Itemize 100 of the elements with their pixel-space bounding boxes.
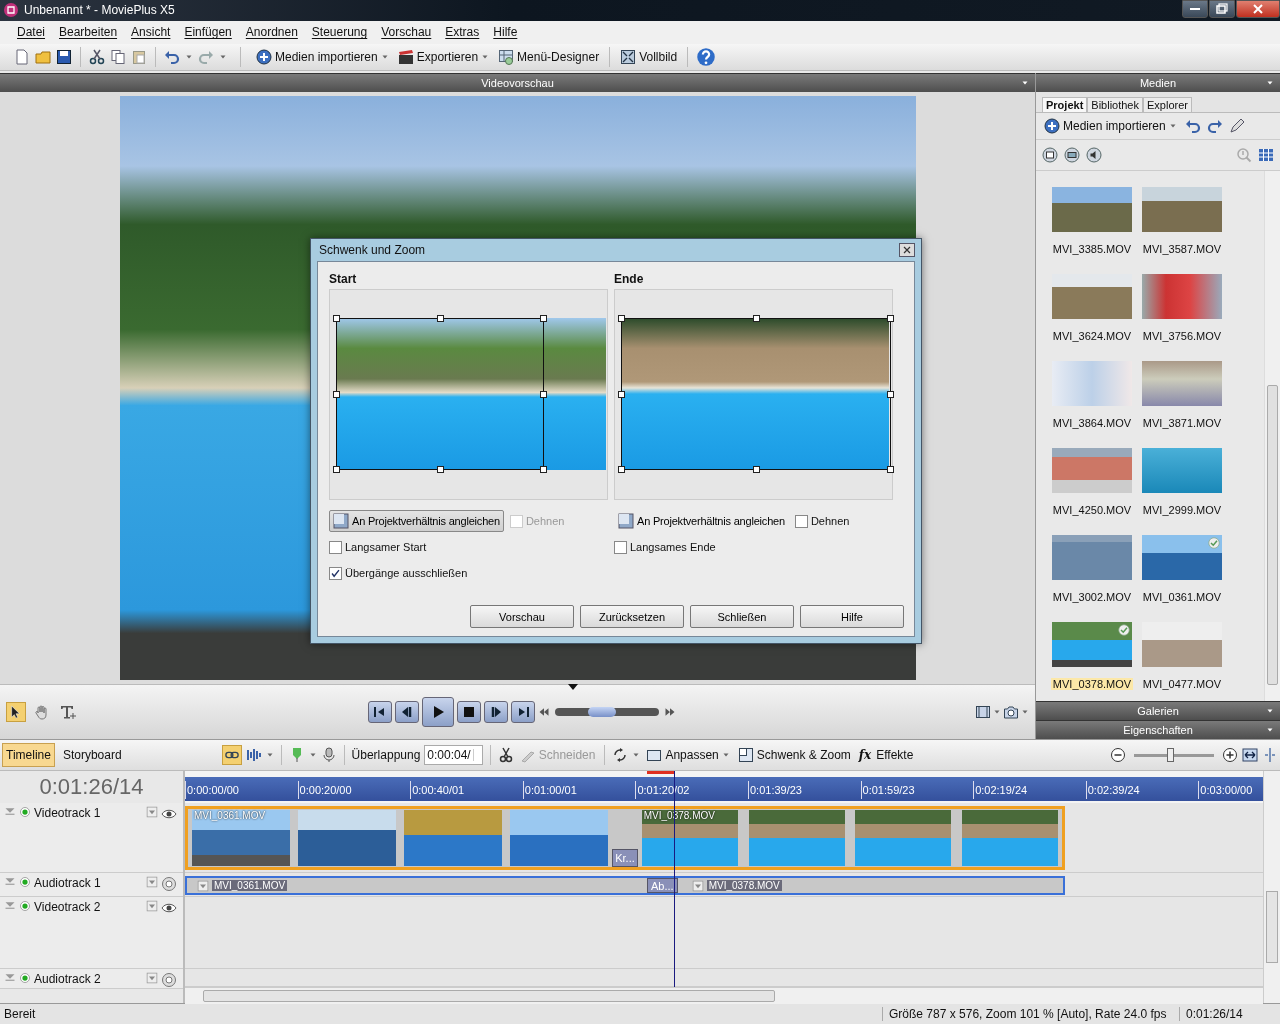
fit-aspect-button[interactable]: An Projektverhältnis angleichen: [614, 510, 789, 532]
video-thumbnail-placeholder[interactable]: [1052, 274, 1132, 319]
pan-zoom-button[interactable]: Schwenk & Zoom: [735, 747, 853, 763]
fast-forward-icon[interactable]: [664, 706, 676, 718]
video-thumbnail-placeholder[interactable]: [1052, 361, 1132, 406]
menu-item[interactable]: Anordnen: [238, 25, 305, 40]
menu-item[interactable]: Extras: [438, 25, 487, 40]
track-header[interactable]: Audiotrack 2: [0, 969, 183, 989]
enable-toggle-icon[interactable]: [19, 972, 31, 984]
slider-thumb[interactable]: [587, 707, 616, 717]
previous-frame-button[interactable]: [395, 701, 419, 723]
horizontal-scrollbar[interactable]: [185, 987, 1263, 1004]
slow-checkbox[interactable]: Langsamer Start: [329, 540, 427, 554]
dropdown-icon[interactable]: [146, 806, 158, 818]
dialog-button[interactable]: Zurücksetzen: [580, 605, 684, 628]
zoom-in-icon[interactable]: [1222, 747, 1238, 763]
overlap-field[interactable]: 0:00:04/: [424, 745, 483, 765]
caret-icon[interactable]: [1266, 726, 1274, 734]
open-folder-icon[interactable]: [35, 48, 51, 65]
dropdown-icon[interactable]: [146, 876, 158, 888]
enable-toggle-icon[interactable]: [19, 900, 31, 912]
fit-aspect-button[interactable]: An Projektverhältnis angleichen: [329, 510, 504, 532]
media-filename[interactable]: MVI_2999.MOV: [1140, 504, 1224, 516]
track-header[interactable]: Videotrack 1: [0, 803, 183, 873]
media-filename[interactable]: MVI_3385.MOV: [1050, 243, 1134, 255]
media-filename[interactable]: MVI_3587.MOV: [1140, 243, 1224, 255]
properties-header[interactable]: Eigenschaften: [1036, 720, 1280, 739]
video-thumbnail-placeholder[interactable]: [1142, 622, 1222, 667]
video-clip[interactable]: MVI_0378.MOV: [637, 809, 1062, 867]
fullscreen-button[interactable]: Vollbild: [618, 48, 680, 65]
copy-icon[interactable]: [110, 48, 126, 65]
dropdown-icon[interactable]: [146, 972, 158, 984]
redo-icon[interactable]: [1206, 118, 1223, 134]
media-filename[interactable]: MVI_3871.MOV: [1140, 417, 1224, 429]
stop-button[interactable]: [457, 701, 481, 723]
slider-thumb[interactable]: [1167, 748, 1174, 762]
minimize-button[interactable]: [1182, 0, 1208, 18]
media-filename[interactable]: MVI_0378.MOV: [1050, 678, 1134, 690]
dialog-button[interactable]: Schließen: [690, 605, 794, 628]
exclude-transitions-checkbox[interactable]: Übergänge ausschließen: [329, 566, 468, 580]
scissors-icon[interactable]: [497, 747, 514, 763]
camera-icon[interactable]: [1003, 704, 1019, 720]
video-thumbnail-placeholder[interactable]: [1052, 448, 1132, 493]
go-to-end-button[interactable]: [511, 701, 535, 723]
pointer-tool-icon[interactable]: [6, 702, 26, 722]
video-thumbnail-placeholder[interactable]: [1142, 448, 1222, 493]
video-filter-icon[interactable]: [1042, 147, 1058, 163]
media-filename[interactable]: MVI_0361.MOV: [1140, 591, 1224, 603]
export-button[interactable]: Exportieren: [395, 48, 492, 65]
track-header[interactable]: Audiotrack 1: [0, 873, 183, 897]
view-tab[interactable]: Storyboard: [58, 743, 126, 767]
save-icon[interactable]: [56, 48, 72, 65]
import-media-button[interactable]: Medien importieren: [1042, 118, 1179, 134]
dialog-button[interactable]: Vorschau: [470, 605, 574, 628]
video-clip-group[interactable]: MVI_0361.MOV Kr... MVI_0378.MOV: [185, 806, 1065, 870]
close-button[interactable]: [899, 243, 915, 257]
video-thumbnail-placeholder[interactable]: [1142, 535, 1222, 580]
vertical-scrollbar[interactable]: [1263, 771, 1280, 1003]
menu-item[interactable]: Ansicht: [124, 25, 178, 40]
fit-width-icon[interactable]: [1242, 747, 1258, 763]
caret-icon[interactable]: [632, 751, 641, 759]
caret-icon[interactable]: [1021, 708, 1029, 716]
scrub-slider[interactable]: [555, 708, 659, 716]
caret-icon[interactable]: [1266, 79, 1274, 87]
enable-toggle-icon[interactable]: [19, 876, 31, 888]
media-filename[interactable]: MVI_3756.MOV: [1140, 330, 1224, 342]
new-document-icon[interactable]: [14, 48, 30, 65]
slow-checkbox[interactable]: Langsames Ende: [614, 540, 716, 554]
audio-filter-icon[interactable]: [1086, 147, 1102, 163]
thumbnail-view-icon[interactable]: [1258, 147, 1274, 163]
video-thumbnail-placeholder[interactable]: [1052, 622, 1132, 667]
zoom-out-icon[interactable]: [1110, 747, 1126, 763]
cut-icon[interactable]: [89, 48, 105, 65]
time-ruler[interactable]: 0:00:00/00 0:00:20/00 0:00:40/01 0:01:00/01 0:01:20/02 0:01:39/23 0:01:59/23 0:02:19/24 0:02:39/24 0:03:00/00: [185, 771, 1263, 803]
play-button[interactable]: [422, 697, 454, 727]
next-frame-button[interactable]: [484, 701, 508, 723]
close-button[interactable]: [1236, 0, 1280, 18]
import-media-button[interactable]: Medien importieren: [254, 48, 391, 65]
menu-item[interactable]: Steuerung: [304, 25, 375, 40]
media-tab[interactable]: Bibliothek: [1087, 97, 1143, 112]
microphone-icon[interactable]: [320, 747, 337, 763]
fit-button[interactable]: Anpassen: [644, 747, 732, 763]
caret-icon[interactable]: [308, 751, 317, 759]
media-filename[interactable]: MVI_4250.MOV: [1050, 504, 1134, 516]
speaker-icon[interactable]: [161, 876, 177, 892]
galleries-header[interactable]: Galerien: [1036, 701, 1280, 720]
menu-item[interactable]: Bearbeiten: [52, 25, 125, 40]
menu-designer-button[interactable]: Menü-Designer: [496, 48, 602, 65]
stretch-checkbox[interactable]: Dehnen: [794, 514, 850, 528]
audio-clip-group[interactable]: MVI_0361.MOV Ab... MVI_0378.MOV: [185, 876, 1065, 895]
video-thumbnail-placeholder[interactable]: [1142, 361, 1222, 406]
media-tab[interactable]: Projekt: [1042, 97, 1088, 112]
track-header[interactable]: Videotrack 2: [0, 897, 183, 969]
undo-icon[interactable]: [1184, 118, 1201, 134]
crop-rectangle[interactable]: [336, 318, 544, 470]
caret-icon[interactable]: [1021, 79, 1029, 87]
media-filename[interactable]: MVI_3002.MOV: [1050, 591, 1134, 603]
enable-toggle-icon[interactable]: [19, 806, 31, 818]
waveform-icon[interactable]: [245, 747, 262, 763]
video-thumbnail-placeholder[interactable]: [1052, 535, 1132, 580]
